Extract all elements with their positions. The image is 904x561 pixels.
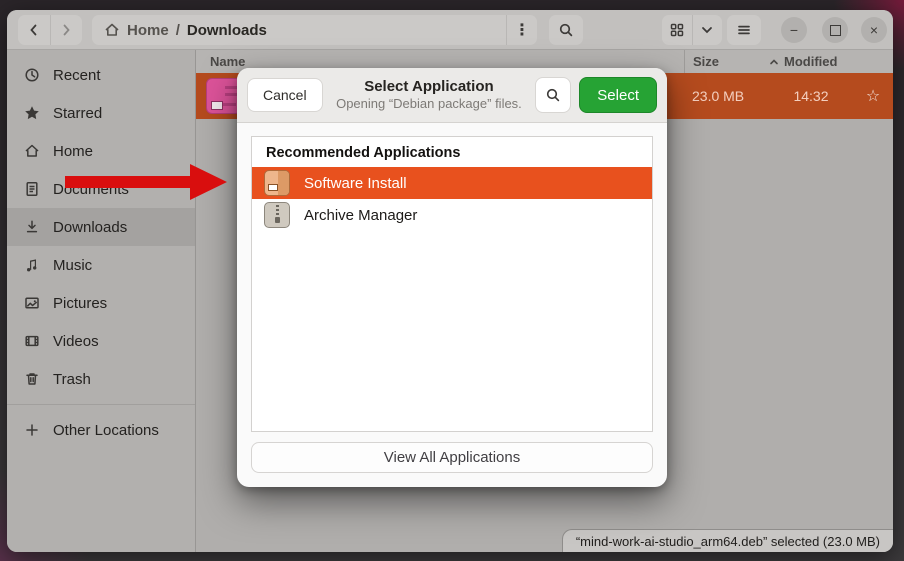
app-name: Archive Manager	[304, 207, 417, 224]
cancel-button[interactable]: Cancel	[247, 78, 323, 112]
view-options-button[interactable]	[692, 15, 723, 45]
sidebar-item-label: Music	[53, 257, 92, 274]
path-menu-button[interactable]: ⋮	[506, 15, 537, 45]
dialog-header: Cancel Select Application Opening “Debia…	[237, 68, 667, 123]
sidebar-item-label: Downloads	[53, 219, 127, 236]
dialog-subtitle: Opening “Debian package” files.	[323, 96, 536, 112]
sidebar: Recent Starred Home Documents Downloads …	[7, 50, 196, 552]
sidebar-item-starred[interactable]: Starred	[7, 94, 195, 132]
breadcrumb-home[interactable]: Home	[127, 22, 169, 39]
chevron-right-icon	[58, 22, 74, 38]
chevron-down-icon	[699, 22, 715, 38]
sidebar-item-trash[interactable]: Trash	[7, 360, 195, 398]
sidebar-item-recent[interactable]: Recent	[7, 56, 195, 94]
breadcrumb-separator: /	[176, 22, 180, 39]
sidebar-item-label: Trash	[53, 371, 91, 388]
home-icon	[104, 22, 120, 38]
sidebar-item-label: Recent	[53, 67, 101, 84]
main-menu-button[interactable]	[727, 15, 761, 45]
view-toggle-group	[662, 15, 722, 45]
dialog-title: Select Application	[323, 78, 536, 97]
app-row-archive-manager[interactable]: Archive Manager	[252, 199, 652, 231]
sidebar-item-pictures[interactable]: Pictures	[7, 284, 195, 322]
trash-icon	[24, 371, 40, 387]
path-bar[interactable]: Home / Downloads ⋮	[92, 15, 537, 45]
application-list: Recommended Applications Software Instal…	[251, 136, 653, 432]
header-bar: Home / Downloads ⋮	[7, 10, 893, 50]
sort-ascending-icon	[769, 57, 779, 67]
sidebar-item-label: Other Locations	[53, 422, 159, 439]
column-header-modified-label: Modified	[784, 54, 837, 69]
search-icon	[545, 87, 561, 103]
back-button[interactable]	[18, 15, 50, 45]
grid-view-button[interactable]	[662, 15, 692, 45]
maximize-icon	[830, 25, 841, 36]
sidebar-separator	[7, 404, 195, 405]
recent-icon	[24, 67, 40, 83]
sidebar-item-videos[interactable]: Videos	[7, 322, 195, 360]
document-icon	[24, 181, 40, 197]
grid-view-icon	[669, 22, 685, 38]
plus-icon	[24, 422, 40, 438]
breadcrumb-current: Downloads	[187, 22, 267, 39]
hamburger-icon	[736, 22, 752, 38]
select-application-dialog: Cancel Select Application Opening “Debia…	[237, 68, 667, 487]
sidebar-item-other-locations[interactable]: Other Locations	[7, 411, 195, 449]
nav-button-group	[18, 15, 82, 45]
status-text: “mind-work-ai-studio_arm64.deb” selected…	[576, 534, 880, 549]
search-icon	[558, 22, 574, 38]
red-annotation-arrow	[60, 158, 235, 208]
sidebar-item-music[interactable]: Music	[7, 246, 195, 284]
file-size-cell: 23.0 MB	[684, 88, 769, 104]
sidebar-item-label: Videos	[53, 333, 99, 350]
minimize-icon: −	[790, 23, 798, 37]
sidebar-item-label: Pictures	[53, 295, 107, 312]
column-header-star	[853, 50, 893, 73]
star-icon	[24, 105, 40, 121]
sidebar-item-downloads[interactable]: Downloads	[7, 208, 195, 246]
recommended-applications-header: Recommended Applications	[252, 137, 652, 167]
status-bar: “mind-work-ai-studio_arm64.deb” selected…	[562, 529, 893, 552]
chevron-left-icon	[26, 22, 42, 38]
file-modified-cell: 14:32	[769, 88, 853, 104]
column-header-modified[interactable]: Modified	[769, 54, 853, 69]
close-button[interactable]: ×	[861, 17, 887, 43]
dialog-search-button[interactable]	[535, 77, 571, 113]
star-outline-icon[interactable]: ☆	[853, 86, 893, 106]
kebab-icon: ⋮	[514, 20, 530, 40]
dialog-body: Recommended Applications Software Instal…	[237, 123, 667, 473]
archive-manager-icon	[264, 202, 290, 228]
close-icon: ×	[870, 23, 878, 37]
music-icon	[24, 257, 40, 273]
home-icon	[24, 143, 40, 159]
sidebar-item-label: Starred	[53, 105, 102, 122]
column-header-name[interactable]: Name	[196, 54, 684, 69]
app-name: Software Install	[304, 175, 407, 192]
view-all-applications-button[interactable]: View All Applications	[251, 442, 653, 473]
app-row-software-install[interactable]: Software Install	[252, 167, 652, 199]
maximize-button[interactable]	[822, 17, 848, 43]
sidebar-item-label: Home	[53, 143, 93, 160]
video-icon	[24, 333, 40, 349]
software-install-icon	[264, 170, 290, 196]
picture-icon	[24, 295, 40, 311]
search-button[interactable]	[549, 15, 583, 45]
forward-button[interactable]	[50, 15, 83, 45]
column-header-size[interactable]: Size	[684, 50, 769, 73]
download-icon	[24, 219, 40, 235]
dialog-title-block: Select Application Opening “Debian packa…	[323, 78, 536, 113]
select-button[interactable]: Select	[579, 77, 657, 113]
minimize-button[interactable]: −	[781, 17, 807, 43]
